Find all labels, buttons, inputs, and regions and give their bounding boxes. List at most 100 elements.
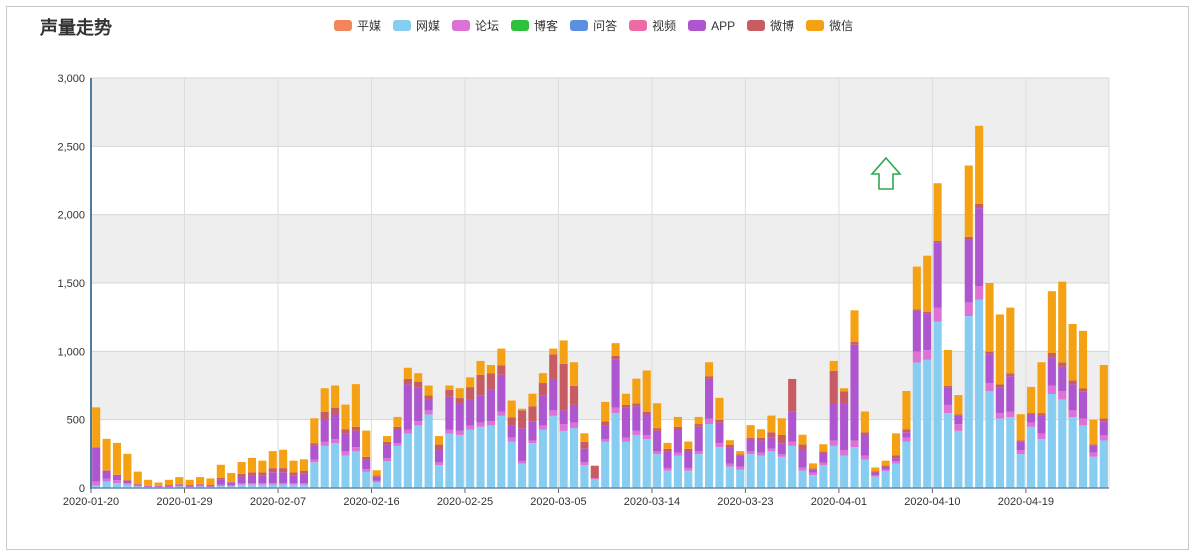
bar-segment bbox=[92, 485, 101, 487]
bar-segment bbox=[1006, 307, 1015, 374]
bar-segment bbox=[808, 469, 817, 473]
bar-segment bbox=[320, 419, 329, 442]
bar-segment bbox=[881, 469, 890, 472]
bar-segment bbox=[923, 313, 932, 351]
bar-segment bbox=[414, 421, 423, 426]
bar-segment bbox=[1037, 415, 1046, 434]
bar-segment bbox=[92, 481, 101, 486]
bar-segment bbox=[133, 484, 142, 486]
bar-segment bbox=[185, 485, 194, 487]
bar-segment bbox=[860, 411, 869, 433]
bar-segment bbox=[1068, 410, 1077, 418]
bar-segment bbox=[673, 429, 682, 453]
bar-segment bbox=[403, 429, 412, 434]
bar-segment bbox=[549, 354, 558, 379]
bar-segment bbox=[611, 343, 620, 356]
bar-segment bbox=[601, 425, 610, 440]
bar-segment bbox=[902, 390, 911, 430]
bar-segment bbox=[1016, 454, 1025, 487]
bar-segment bbox=[279, 483, 288, 485]
bar-segment bbox=[164, 486, 173, 488]
bar-segment bbox=[819, 452, 828, 463]
bar-segment bbox=[299, 459, 308, 472]
bar-segment bbox=[403, 433, 412, 487]
bar-segment bbox=[102, 438, 111, 471]
bar-segment bbox=[673, 452, 682, 456]
bar-segment bbox=[663, 448, 672, 452]
bar-segment bbox=[653, 430, 662, 452]
bar-segment bbox=[299, 483, 308, 485]
bar-segment bbox=[892, 463, 901, 487]
bar-segment bbox=[1089, 445, 1098, 453]
bar-segment bbox=[715, 422, 724, 444]
bar-segment bbox=[995, 418, 1004, 487]
bar-segment bbox=[154, 482, 163, 486]
bar-segment bbox=[725, 463, 734, 467]
bar-segment bbox=[486, 373, 495, 390]
bar-segment bbox=[746, 451, 755, 455]
bar-segment bbox=[414, 387, 423, 422]
bar-segment bbox=[829, 360, 838, 371]
bar-segment bbox=[621, 404, 631, 408]
bar-segment bbox=[247, 472, 257, 476]
bar-segment bbox=[705, 424, 714, 487]
bar-segment bbox=[725, 447, 734, 464]
bar-segment bbox=[331, 443, 340, 487]
bar-segment bbox=[705, 418, 714, 425]
bar-segment bbox=[102, 481, 111, 488]
bar-segment bbox=[445, 385, 454, 390]
bar-segment bbox=[216, 477, 225, 480]
bar-segment bbox=[507, 417, 516, 426]
bar-segment bbox=[341, 433, 350, 452]
bar-segment bbox=[196, 477, 205, 485]
bar-segment bbox=[372, 470, 381, 476]
bar-segment bbox=[247, 483, 257, 485]
bar-segment bbox=[1058, 362, 1067, 367]
bar-segment bbox=[819, 462, 828, 466]
bar-segment bbox=[788, 378, 797, 412]
bar-segment bbox=[455, 403, 464, 431]
bar-segment bbox=[694, 416, 703, 425]
bar-segment bbox=[933, 242, 942, 308]
bar-segment bbox=[933, 307, 942, 322]
bar-segment bbox=[1006, 373, 1015, 377]
bar-segment bbox=[746, 439, 755, 452]
bar-segment bbox=[767, 432, 776, 438]
bar-segment bbox=[736, 466, 745, 470]
bar-segment bbox=[715, 419, 724, 423]
bar-segment bbox=[144, 486, 153, 488]
bar-segment bbox=[258, 472, 267, 476]
bar-segment bbox=[632, 430, 641, 435]
bar-segment bbox=[362, 456, 371, 460]
bar-segment bbox=[434, 450, 444, 463]
bar-segment bbox=[196, 485, 205, 487]
bar-segment bbox=[123, 480, 132, 484]
bar-segment bbox=[569, 362, 579, 386]
bar-segment bbox=[580, 441, 589, 449]
bar-segment bbox=[621, 441, 631, 487]
bar-segment bbox=[632, 403, 641, 407]
bar-segment bbox=[299, 484, 308, 488]
bar-segment bbox=[912, 309, 921, 311]
x-tick-label: 2020-01-20 bbox=[63, 496, 119, 508]
x-tick-label: 2020-04-01 bbox=[811, 496, 867, 508]
bar-segment bbox=[497, 348, 506, 366]
bar-segment bbox=[383, 444, 392, 459]
bar-segment bbox=[434, 444, 444, 451]
bar-segment bbox=[1047, 352, 1056, 358]
y-tick-label: 2,500 bbox=[57, 141, 85, 153]
bar-segment bbox=[715, 443, 724, 448]
bar-segment bbox=[133, 485, 142, 487]
bar-segment bbox=[559, 424, 568, 431]
bar-segment bbox=[601, 401, 610, 422]
bar-segment bbox=[736, 451, 745, 455]
bar-segment bbox=[777, 418, 786, 435]
bar-segment bbox=[538, 373, 547, 384]
bar-segment bbox=[331, 407, 340, 415]
bar-segment bbox=[601, 439, 610, 442]
bar-segment bbox=[1016, 450, 1025, 455]
bar-segment bbox=[632, 406, 641, 431]
bar-segment bbox=[559, 340, 568, 364]
bar-segment bbox=[258, 484, 267, 488]
bar-segment bbox=[393, 416, 402, 427]
